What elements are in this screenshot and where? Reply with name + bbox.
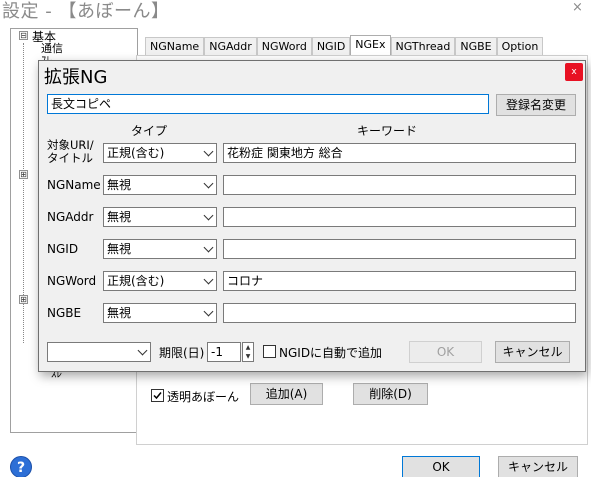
type-select-target-uri[interactable]: 正規(含む): [103, 143, 217, 163]
tab-ngbe[interactable]: NGBE: [455, 37, 497, 56]
type-select-value: 無視: [107, 178, 132, 192]
extended-ng-dialog: 拡張NG x 長文コピペ 登録名変更 タイプ キーワード 対象URI/ タイトル…: [38, 60, 586, 372]
type-select-ngname[interactable]: 無視: [103, 175, 217, 195]
tab-ngid[interactable]: NGID: [311, 37, 351, 56]
tab-ngname[interactable]: NGName: [145, 37, 205, 56]
keyword-input-ngname[interactable]: [223, 175, 576, 195]
column-header-type: タイプ: [131, 124, 168, 138]
row-label-ngbe: NGBE: [47, 306, 82, 320]
window-title: 設定 - 【あぼーん】: [2, 1, 170, 22]
tab-option[interactable]: Option: [496, 37, 544, 56]
keyword-input-ngaddr[interactable]: [223, 207, 576, 227]
settings-cancel-button[interactable]: キャンセル: [498, 456, 578, 477]
dialog-cancel-button[interactable]: キャンセル: [495, 341, 570, 363]
keyword-input-target-uri[interactable]: 花粉症 関東地方 総合: [223, 143, 576, 163]
type-select-value: 正規(含む): [107, 146, 165, 160]
type-select-ngword[interactable]: 正規(含む): [103, 271, 217, 291]
spin-up-icon[interactable]: ▲: [243, 343, 253, 352]
transparent-abon-label: 透明あぼーん: [167, 390, 240, 404]
add-button[interactable]: 追加(A): [250, 383, 323, 405]
chevron-down-icon: [203, 210, 214, 221]
dialog-title: 拡張NG: [44, 67, 108, 88]
tab-ngex[interactable]: NGEx: [350, 35, 391, 56]
tab-strip: NGName NGAddr NGWord NGID NGEx NGThread NGBE Op…: [145, 35, 544, 56]
chevron-down-icon: [203, 242, 214, 253]
delete-button[interactable]: 削除(D): [353, 383, 428, 405]
row-label-ngname: NGName: [47, 178, 101, 192]
auto-ngid-label: NGIDに自動で追加: [279, 346, 383, 360]
period-spinner[interactable]: ▲ ▼: [242, 342, 254, 362]
checkmark-icon: [153, 392, 162, 400]
chevron-down-icon: [203, 178, 214, 189]
preset-select[interactable]: [47, 342, 151, 362]
entry-name-input[interactable]: 長文コピペ: [47, 94, 489, 114]
tree-expand-icon-2[interactable]: ⊞: [19, 295, 28, 304]
type-select-value: 無視: [107, 210, 132, 224]
chevron-down-icon: [203, 274, 214, 285]
type-select-ngbe[interactable]: 無視: [103, 303, 217, 323]
tab-ngword[interactable]: NGWord: [256, 37, 312, 56]
tree-collapse-icon[interactable]: ⊟: [19, 31, 28, 40]
tab-ngaddr[interactable]: NGAddr: [204, 37, 257, 56]
dialog-ok-button[interactable]: OK: [409, 341, 482, 363]
window-close-icon[interactable]: ×: [572, 0, 583, 15]
dialog-close-icon[interactable]: x: [565, 63, 583, 81]
type-select-ngid[interactable]: 無視: [103, 239, 217, 259]
row-label-ngaddr: NGAddr: [47, 210, 94, 224]
chevron-down-icon: [137, 345, 148, 356]
type-select-value: 無視: [107, 242, 132, 256]
settings-ok-button[interactable]: OK: [402, 456, 480, 477]
column-header-keyword: キーワード: [357, 124, 418, 138]
type-select-value: 無視: [107, 306, 132, 320]
period-input[interactable]: -1: [207, 342, 241, 362]
help-icon[interactable]: ?: [10, 456, 32, 477]
type-select-value: 正規(含む): [107, 274, 165, 288]
rename-button[interactable]: 登録名変更: [496, 94, 576, 116]
tab-ngthread[interactable]: NGThread: [390, 37, 456, 56]
chevron-down-icon: [203, 146, 214, 157]
auto-ngid-checkbox[interactable]: [263, 345, 276, 358]
period-label: 期限(日): [159, 346, 205, 360]
spin-down-icon[interactable]: ▼: [243, 352, 253, 361]
row-label-ngid: NGID: [47, 242, 79, 256]
keyword-input-ngid[interactable]: [223, 239, 576, 259]
row-label-target-uri: 対象URI/ タイトル: [47, 139, 94, 165]
tree-expand-icon[interactable]: ⊞: [19, 170, 28, 179]
row-label-target-uri-line2: タイトル: [47, 151, 93, 165]
keyword-input-ngword[interactable]: コロナ: [223, 271, 576, 291]
row-label-ngword: NGWord: [47, 274, 97, 288]
keyword-input-ngbe[interactable]: [223, 303, 576, 323]
transparent-abon-checkbox[interactable]: [151, 389, 164, 402]
type-select-ngaddr[interactable]: 無視: [103, 207, 217, 227]
chevron-down-icon: [203, 306, 214, 317]
